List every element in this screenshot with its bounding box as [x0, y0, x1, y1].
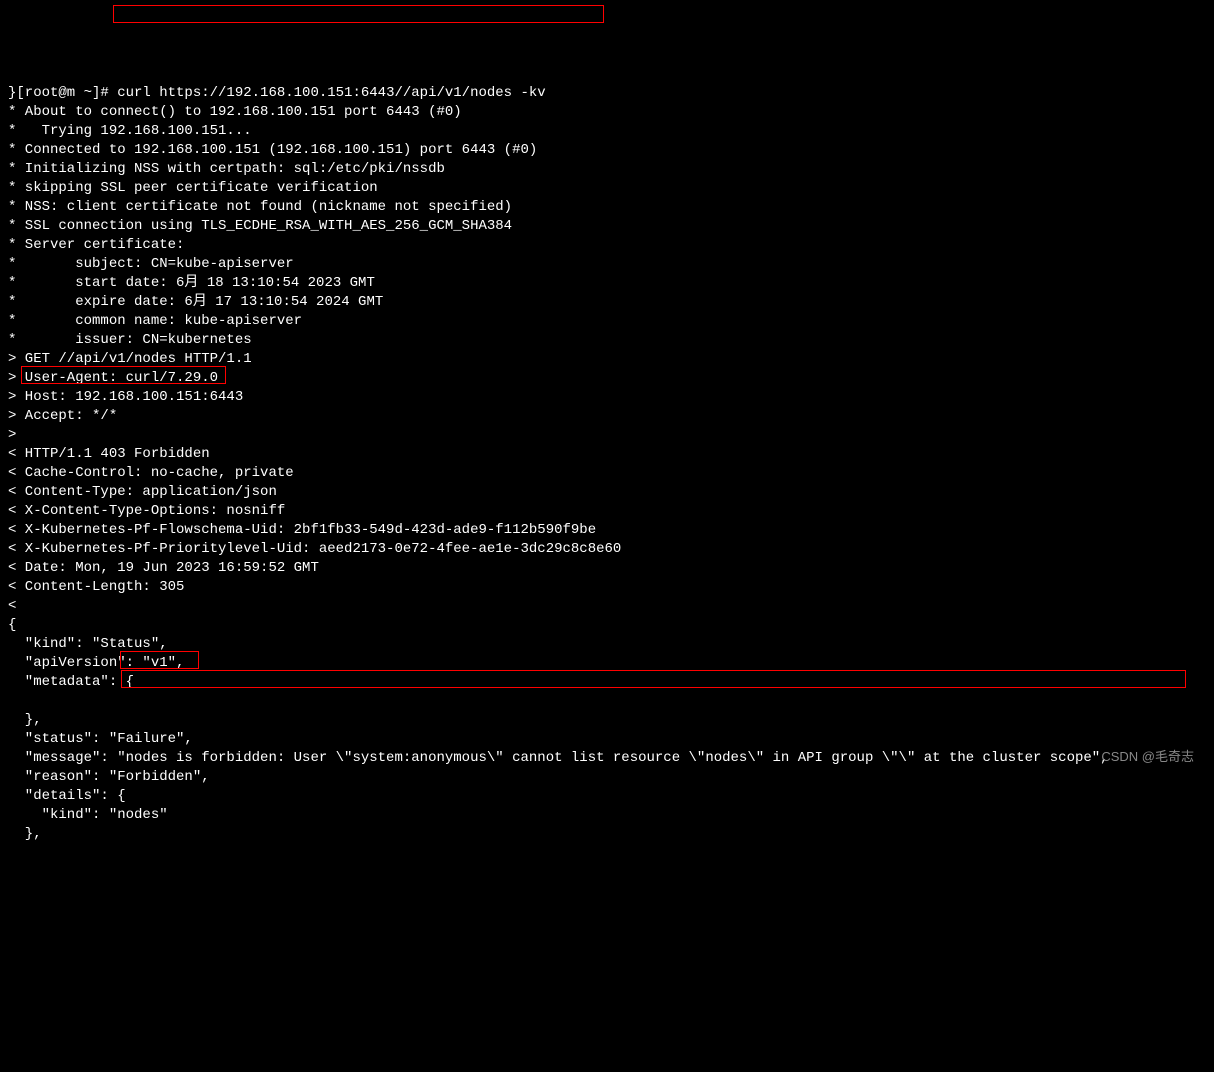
output-line: * Initializing NSS with certpath: sql:/e…	[8, 161, 445, 177]
output-line: * NSS: client certificate not found (nic…	[8, 199, 512, 215]
output-line: > Host: 192.168.100.151:6443	[8, 389, 243, 405]
output-line: < Date: Mon, 19 Jun 2023 16:59:52 GMT	[8, 560, 319, 576]
watermark-text: CSDN @毛奇志	[1101, 747, 1194, 766]
highlight-command	[113, 5, 604, 23]
output-line: * Trying 192.168.100.151...	[8, 123, 252, 139]
output-line: * skipping SSL peer certificate verifica…	[8, 180, 378, 196]
command-text: curl https://192.168.100.151:6443//api/v…	[117, 85, 545, 101]
output-line: >	[8, 427, 16, 443]
output-line: {	[8, 617, 16, 633]
output-line: > GET //api/v1/nodes HTTP/1.1	[8, 351, 252, 367]
terminal-output: }[root@m ~]# curl https://192.168.100.15…	[8, 84, 1206, 844]
output-line: < HTTP/1.1 403 Forbidden	[8, 446, 210, 462]
shell-prompt: }[root@m ~]#	[8, 85, 117, 101]
output-line: * subject: CN=kube-apiserver	[8, 256, 294, 272]
output-line: "metadata": {	[8, 674, 134, 690]
output-line: "message": "nodes is forbidden: User \"s…	[8, 750, 1109, 766]
output-line: < Cache-Control: no-cache, private	[8, 465, 294, 481]
output-line: < X-Kubernetes-Pf-Prioritylevel-Uid: aee…	[8, 541, 621, 557]
output-line: < X-Kubernetes-Pf-Flowschema-Uid: 2bf1fb…	[8, 522, 596, 538]
output-line: "details": {	[8, 788, 126, 804]
output-line: * issuer: CN=kubernetes	[8, 332, 252, 348]
output-line: * expire date: 6月 17 13:10:54 2024 GMT	[8, 294, 383, 310]
output-line: * Connected to 192.168.100.151 (192.168.…	[8, 142, 537, 158]
output-line: "status": "Failure",	[8, 731, 193, 747]
output-line: "kind": "nodes"	[8, 807, 168, 823]
output-line: * Server certificate:	[8, 237, 184, 253]
output-line: "reason": "Forbidden",	[8, 769, 210, 785]
output-line: * SSL connection using TLS_ECDHE_RSA_WIT…	[8, 218, 512, 234]
output-line: < Content-Length: 305	[8, 579, 184, 595]
output-line	[8, 693, 42, 709]
output-line: > Accept: */*	[8, 408, 117, 424]
output-line: * common name: kube-apiserver	[8, 313, 302, 329]
output-line: < Content-Type: application/json	[8, 484, 277, 500]
output-line: * start date: 6月 18 13:10:54 2023 GMT	[8, 275, 375, 291]
output-line: "apiVersion": "v1",	[8, 655, 184, 671]
output-line: },	[8, 712, 42, 728]
output-line: < X-Content-Type-Options: nosniff	[8, 503, 285, 519]
output-line: "kind": "Status",	[8, 636, 168, 652]
output-line: * About to connect() to 192.168.100.151 …	[8, 104, 462, 120]
output-line: > User-Agent: curl/7.29.0	[8, 370, 218, 386]
output-line: },	[8, 826, 42, 842]
output-line: <	[8, 598, 16, 614]
